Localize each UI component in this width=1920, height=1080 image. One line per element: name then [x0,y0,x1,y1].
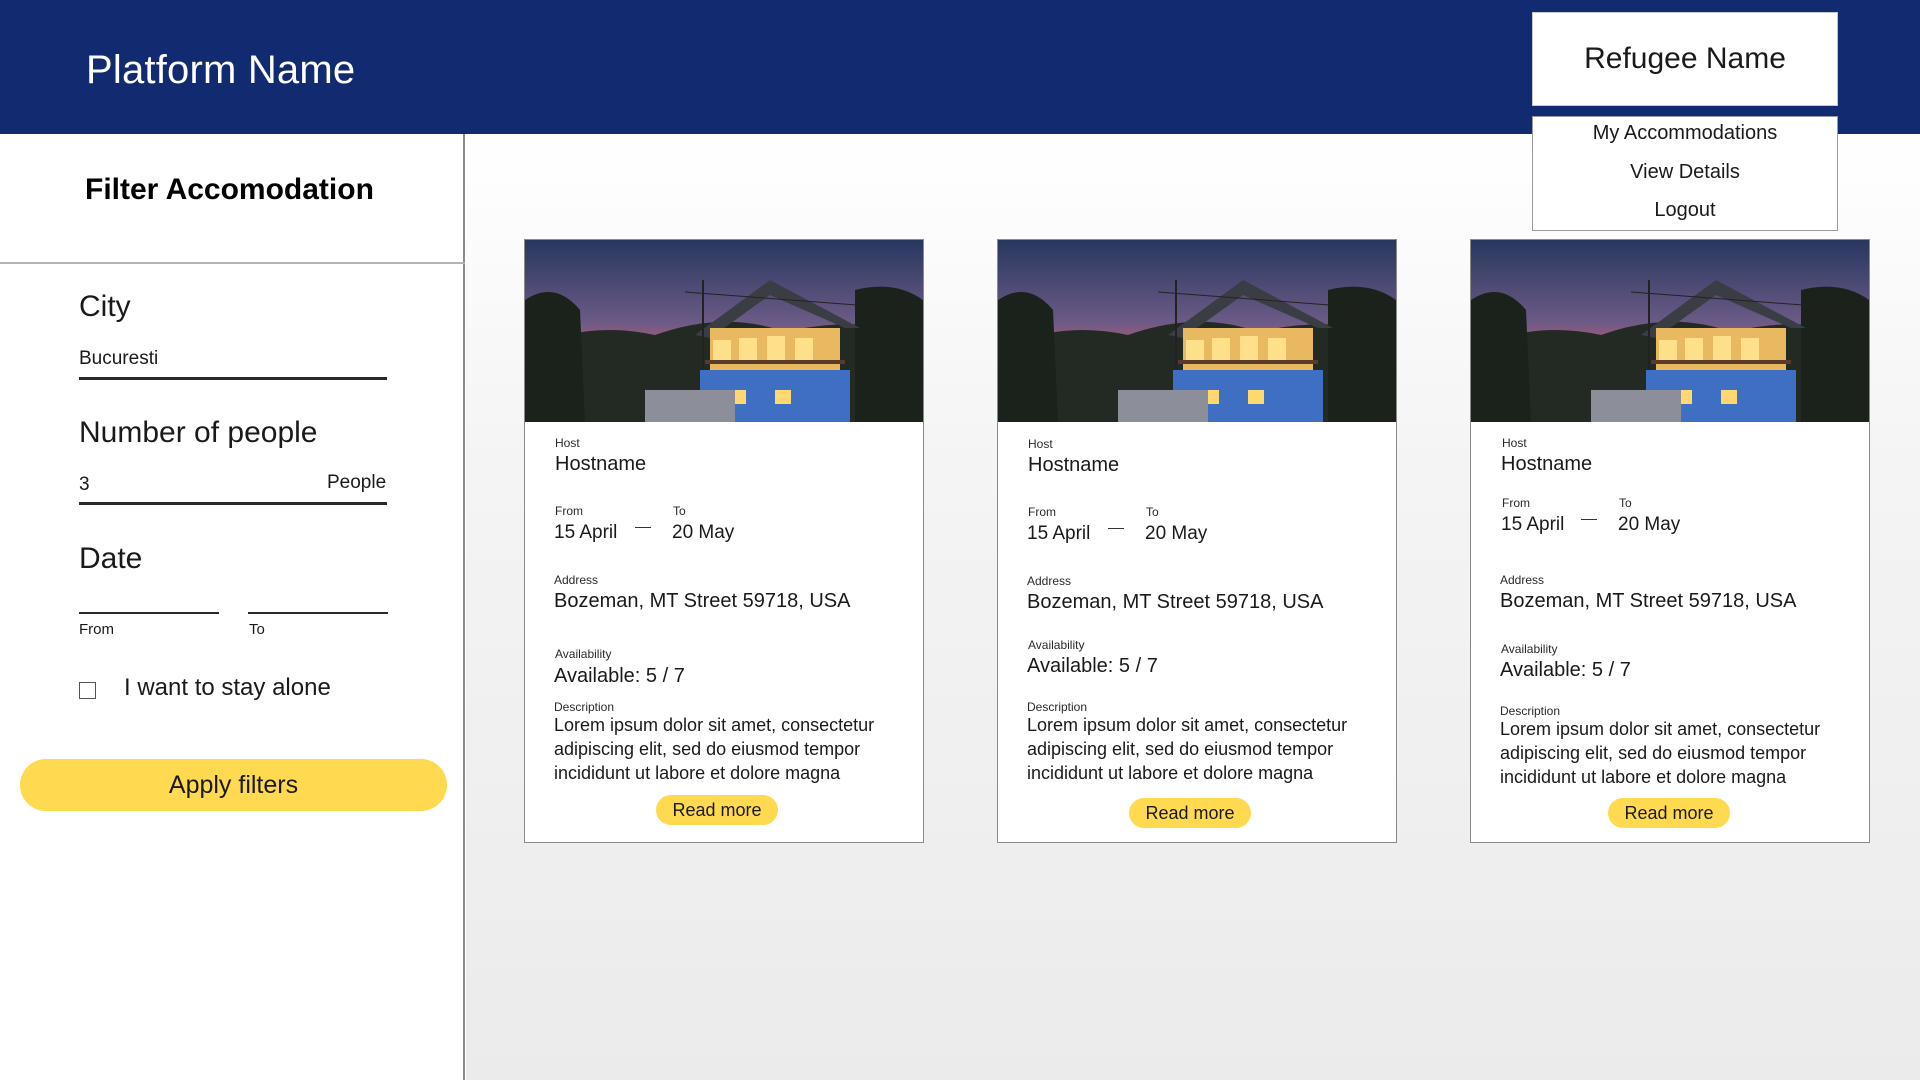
description-label: Description [1500,704,1561,718]
city-input[interactable]: Bucuresti [79,348,387,374]
city-label: City [79,290,131,323]
date-label: Date [79,542,143,575]
accommodation-card: Host Hostname From 15 April To 20 May Ad… [524,239,924,843]
date-separator [1108,528,1124,529]
sidebar-divider [0,262,465,264]
read-more-button[interactable]: Read more [1129,798,1251,828]
filter-title: Filter Accomodation [85,173,374,206]
user-dropdown-menu: My Accommodations View Details Logout [1532,116,1838,231]
availability-label: Availability [1501,642,1558,656]
user-menu-button[interactable]: Refugee Name [1532,12,1838,106]
to-date: 20 May [1145,523,1208,544]
menu-item-logout[interactable]: Logout [1533,199,1837,222]
platform-name: Platform Name [86,48,356,92]
availability-label: Availability [1028,638,1085,652]
date-separator [1581,519,1597,520]
from-label: From [555,504,583,518]
availability-value: Available: 5 / 7 [554,665,685,687]
date-to-input[interactable] [248,612,388,614]
apply-filters-button[interactable]: Apply filters [20,759,447,811]
city-underline [79,377,387,380]
people-label: Number of people [79,416,318,449]
to-date: 20 May [672,522,735,543]
stay-alone-label: I want to stay alone [124,674,331,701]
description-label: Description [554,700,615,714]
from-date: 15 April [1027,523,1091,544]
people-underline [79,502,387,505]
date-to-label: To [249,621,265,638]
description-text: Lorem ipsum dolor sit amet, consectetur … [554,715,875,783]
host-label: Host [1502,436,1527,450]
filter-sidebar: Filter Accomodation City Bucuresti Numbe… [0,134,465,1080]
description-label: Description [1027,700,1088,714]
description-text: Lorem ipsum dolor sit amet, consectetur … [1500,719,1821,787]
read-more-button[interactable]: Read more [1608,798,1730,828]
availability-label: Availability [555,647,612,661]
house-photo [1471,240,1869,422]
address-value: Bozeman, MT Street 59718, USA [1027,591,1324,613]
date-separator [635,527,651,528]
address-label: Address [1027,574,1072,588]
date-from-input[interactable] [79,612,219,614]
availability-value: Available: 5 / 7 [1500,659,1631,681]
from-label: From [1028,505,1056,519]
stay-alone-checkbox[interactable] [79,682,96,699]
host-label: Host [555,436,580,450]
date-from-label: From [79,621,114,638]
to-label: To [673,504,686,518]
host-label: Host [1028,437,1053,451]
description-text: Lorem ipsum dolor sit amet, consectetur … [1027,715,1348,783]
availability-value: Available: 5 / 7 [1027,655,1158,677]
people-unit: People [327,472,387,493]
house-photo [998,240,1396,422]
to-label: To [1619,496,1632,510]
host-name: Hostname [1028,454,1120,476]
read-more-button[interactable]: Read more [656,795,778,825]
host-name: Hostname [1501,453,1593,475]
from-date: 15 April [554,522,618,543]
from-label: From [1502,496,1530,510]
accommodation-card: Host Hostname From 15 April To 20 May Ad… [1470,239,1870,843]
from-date: 15 April [1501,514,1565,535]
address-label: Address [1500,573,1545,587]
address-value: Bozeman, MT Street 59718, USA [1500,590,1797,612]
accommodation-card: Host Hostname From 15 April To 20 May Ad… [997,239,1397,843]
menu-item-my-accommodations[interactable]: My Accommodations [1533,122,1837,145]
to-label: To [1146,505,1159,519]
address-value: Bozeman, MT Street 59718, USA [554,590,851,612]
host-name: Hostname [555,453,647,475]
menu-item-view-details[interactable]: View Details [1533,161,1837,184]
address-label: Address [554,573,599,587]
to-date: 20 May [1618,514,1681,535]
people-input[interactable]: 3 [79,474,279,500]
house-photo [525,240,923,422]
